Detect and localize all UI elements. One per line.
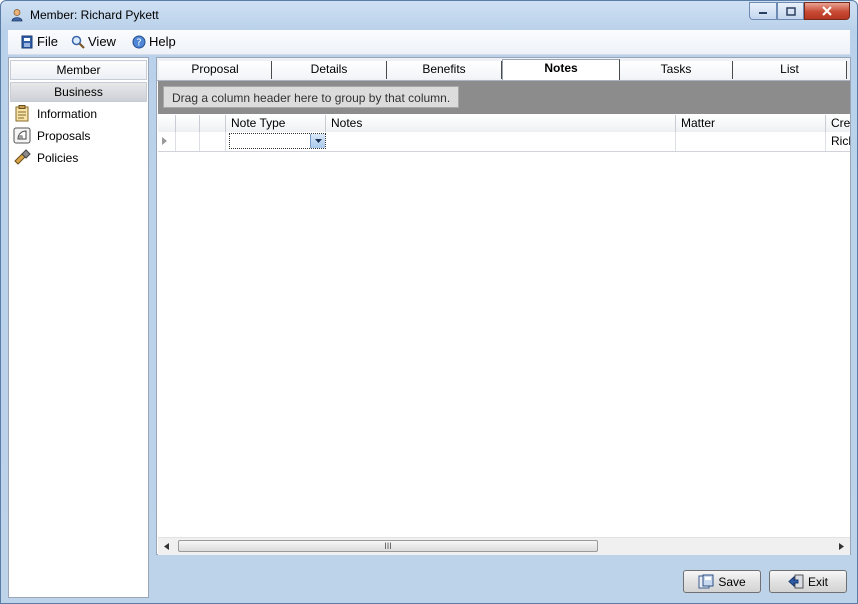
column-header-blank-1[interactable]: [176, 115, 200, 132]
tab-details[interactable]: Details: [272, 61, 387, 79]
column-header-note-type[interactable]: Note Type: [226, 115, 326, 132]
svg-text:?: ?: [136, 37, 141, 48]
information-icon: [15, 105, 29, 122]
row-cell-blank-1[interactable]: [176, 132, 200, 151]
content-pane: Proposal Details Benefits Notes Tasks Li…: [156, 57, 851, 555]
grid-header: Note Type Notes Matter Cre: [158, 115, 850, 133]
nav-item-policies[interactable]: Policies: [13, 149, 78, 166]
file-icon: [21, 35, 33, 48]
exit-icon: [788, 574, 804, 589]
view-icon: [71, 35, 85, 49]
scroll-right-button[interactable]: [833, 538, 850, 555]
scroll-right-icon: [839, 543, 844, 550]
help-icon: ?: [132, 35, 146, 48]
group-by-panel[interactable]: Drag a column header here to group by th…: [158, 81, 850, 114]
tab-tasks-label: Tasks: [660, 62, 692, 76]
scroll-left-icon: [164, 543, 169, 550]
window-title: Member: Richard Pykett: [30, 8, 159, 22]
menu-file[interactable]: File: [20, 34, 58, 49]
minimize-icon: [759, 12, 767, 14]
tab-notes[interactable]: Notes: [502, 59, 620, 80]
note-type-dropdown-button[interactable]: [310, 134, 325, 148]
menu-view-label: View: [88, 34, 116, 49]
close-icon: [822, 6, 832, 16]
business-section-header[interactable]: Business: [10, 82, 147, 102]
maximize-icon: [785, 6, 796, 16]
scroll-left-button[interactable]: [158, 538, 175, 555]
matter-cell[interactable]: [676, 132, 826, 151]
column-header-blank-2[interactable]: [200, 115, 226, 132]
menu-help[interactable]: ? Help: [132, 34, 176, 49]
table-row[interactable]: Rich: [158, 132, 850, 152]
column-header-matter[interactable]: Matter: [676, 115, 826, 132]
nav-item-information-label: Information: [37, 106, 98, 121]
member-icon: [11, 9, 23, 22]
menu-file-label: File: [37, 34, 58, 49]
column-header-indicator[interactable]: [158, 115, 176, 132]
nav-item-proposals[interactable]: Proposals: [13, 127, 90, 144]
save-button-label: Save: [718, 574, 746, 589]
column-header-created[interactable]: Cre: [826, 115, 850, 132]
row-indicator-arrow-icon: [162, 137, 167, 145]
policies-icon: [14, 149, 31, 165]
chevron-down-icon: [314, 139, 322, 143]
proposals-icon: [13, 127, 31, 144]
tab-benefits[interactable]: Benefits: [387, 61, 502, 79]
tab-details-label: Details: [310, 62, 348, 76]
close-button[interactable]: [804, 2, 850, 20]
tab-proposal-label: Proposal: [191, 62, 239, 76]
main-window: Member: Richard Pykett File View ? Help …: [0, 0, 858, 604]
row-indicator-cell[interactable]: [158, 132, 176, 151]
tab-list[interactable]: List: [733, 61, 847, 79]
tab-tasks[interactable]: Tasks: [620, 61, 733, 79]
horizontal-scrollbar[interactable]: III: [158, 537, 850, 555]
title-bar: Member: Richard Pykett: [1, 1, 857, 29]
note-type-combobox[interactable]: [229, 133, 326, 149]
notes-cell[interactable]: [326, 132, 676, 151]
exit-button[interactable]: Exit: [769, 570, 847, 593]
group-by-hint: Drag a column header here to group by th…: [163, 86, 460, 108]
minimize-button[interactable]: [749, 2, 777, 20]
menu-bar: File View ? Help: [8, 30, 850, 55]
save-button[interactable]: Save: [683, 570, 761, 593]
menu-help-label: Help: [149, 34, 176, 49]
exit-button-label: Exit: [807, 574, 828, 589]
menu-view[interactable]: View: [71, 34, 116, 49]
save-icon: [698, 574, 714, 589]
column-header-notes[interactable]: Notes: [326, 115, 676, 132]
tab-list-label: List: [780, 62, 799, 76]
navigation-pane: Member Business Information Proposals Po…: [8, 57, 149, 598]
nav-item-proposals-label: Proposals: [37, 128, 91, 143]
created-cell[interactable]: Rich: [826, 132, 850, 151]
nav-item-information[interactable]: Information: [13, 105, 97, 122]
nav-item-policies-label: Policies: [37, 150, 79, 165]
member-section-header[interactable]: Member: [10, 60, 147, 80]
tab-benefits-label: Benefits: [422, 62, 466, 76]
tab-notes-label: Notes: [544, 61, 578, 75]
row-cell-blank-2[interactable]: [200, 132, 226, 151]
scroll-thumb[interactable]: III: [178, 540, 598, 552]
maximize-button[interactable]: [777, 2, 804, 20]
tab-strip: Proposal Details Benefits Notes Tasks Li…: [157, 58, 850, 81]
tab-proposal[interactable]: Proposal: [159, 61, 272, 79]
